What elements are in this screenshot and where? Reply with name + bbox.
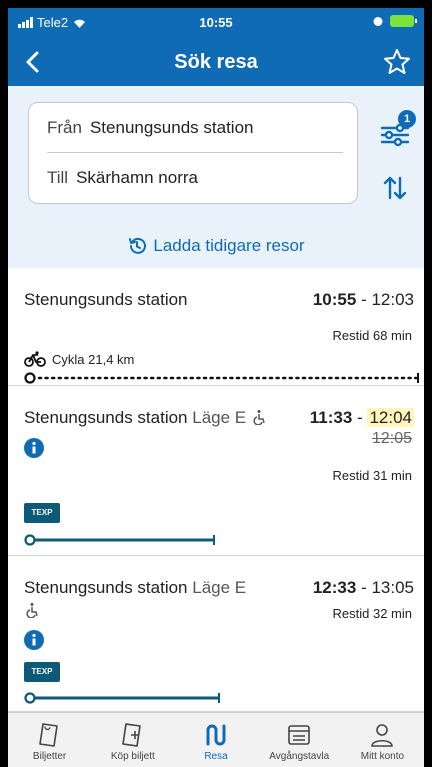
- time-separator: -: [361, 290, 367, 309]
- trip-result[interactable]: Stenungsunds station Läge E 12:33 - 13:0…: [8, 556, 424, 712]
- info-icon[interactable]: [24, 438, 44, 458]
- trip-times: 12:33 - 13:05: [313, 578, 414, 598]
- tab-mitt-konto[interactable]: Mitt konto: [341, 713, 424, 767]
- trip-duration: Restid 68 min: [332, 328, 412, 343]
- to-field[interactable]: Till Skärhamn norra: [47, 153, 343, 203]
- trip-times: 11:33 - 12:04: [310, 408, 414, 428]
- departure-time: 10:55: [312, 290, 357, 309]
- bike-leg-line: [24, 372, 419, 384]
- from-field[interactable]: Från Stenungsunds station: [47, 103, 343, 153]
- stop-position: Läge E: [192, 408, 247, 427]
- info-icon[interactable]: [24, 630, 44, 650]
- trip-mode: Cykla 21,4 km: [52, 351, 135, 367]
- tab-kop-biljett[interactable]: Köp biljett: [91, 713, 174, 767]
- tab-bar: Biljetter Köp biljett Resa Avgångstavla …: [8, 712, 424, 767]
- bicycle-icon: [24, 351, 46, 367]
- filter-count-badge: 1: [398, 110, 416, 128]
- arrival-time: 13:05: [371, 578, 414, 597]
- line-badge: TEXP: [24, 503, 60, 523]
- trip-stop: Stenungsunds station: [24, 408, 188, 427]
- wheelchair-icon: [253, 410, 265, 425]
- favorite-star-icon[interactable]: [382, 47, 412, 77]
- tab-label: Köp biljett: [110, 751, 155, 762]
- stop-position: Läge E: [192, 578, 247, 597]
- trip-result[interactable]: Stenungsunds station Läge E 11:33 - 12:0…: [8, 386, 424, 556]
- route-box: Från Stenungsunds station Till Skärhamn …: [28, 102, 358, 204]
- to-value[interactable]: Skärhamn norra: [76, 168, 198, 188]
- app-screen: Tele2 10:55 Sök resa Från Stenungsunds s…: [8, 8, 424, 767]
- status-bar: Tele2 10:55: [8, 8, 424, 38]
- history-icon: [129, 237, 147, 254]
- arrival-time: 12:03: [371, 290, 414, 309]
- departure-board-icon: [288, 725, 311, 745]
- clock: 10:55: [199, 15, 233, 30]
- trip-result[interactable]: Stenungsunds station 10:55 - 12:03 Resti…: [8, 268, 424, 386]
- tab-avgangstavla[interactable]: Avgångstavla: [258, 713, 341, 767]
- tab-label: Mitt konto: [360, 751, 405, 762]
- trip-times: 10:55 - 12:03: [313, 290, 414, 310]
- wheelchair-icon: [26, 603, 38, 618]
- search-panel: Från Stenungsunds station Till Skärhamn …: [8, 86, 424, 268]
- swap-direction-icon[interactable]: [380, 173, 410, 203]
- page-title: Sök resa: [174, 51, 258, 73]
- original-arrival-time: 12:05: [371, 430, 412, 447]
- tab-label: Avgångstavla: [269, 751, 330, 762]
- tab-biljetter[interactable]: Biljetter: [8, 713, 91, 767]
- bus-leg-line: [24, 692, 220, 704]
- alarm-icon: [373, 17, 383, 26]
- line-badge: TEXP: [24, 662, 60, 682]
- arrival-time-delayed: 12:04: [367, 408, 414, 427]
- bus-leg-line: [24, 534, 215, 546]
- tab-resa[interactable]: Resa: [174, 713, 257, 767]
- from-value[interactable]: Stenungsunds station: [90, 118, 254, 138]
- battery-icon: [390, 15, 417, 27]
- to-label: Till: [47, 168, 69, 187]
- tab-label: Biljetter: [32, 751, 67, 762]
- buy-ticket-icon: [121, 723, 141, 747]
- load-earlier-label: Ladda tidigare resor: [153, 236, 305, 255]
- tab-label: Resa: [204, 751, 228, 762]
- from-label: Från: [47, 117, 82, 137]
- trip-duration: Restid 31 min: [332, 468, 412, 483]
- departure-time: 12:33: [312, 578, 357, 597]
- load-earlier-trips-link[interactable]: Ladda tidigare resor: [8, 236, 424, 256]
- ticket-icon: [38, 723, 58, 747]
- account-icon: [371, 724, 394, 747]
- departure-time: 11:33: [309, 408, 353, 427]
- time-separator: -: [361, 578, 367, 597]
- route-icon: [206, 724, 226, 746]
- app-header: Sök resa: [8, 38, 424, 86]
- trip-stop: Stenungsunds station: [24, 290, 188, 309]
- trip-duration: Restid 32 min: [332, 606, 412, 621]
- time-separator: -: [357, 408, 363, 427]
- trip-stop: Stenungsunds station: [24, 578, 188, 597]
